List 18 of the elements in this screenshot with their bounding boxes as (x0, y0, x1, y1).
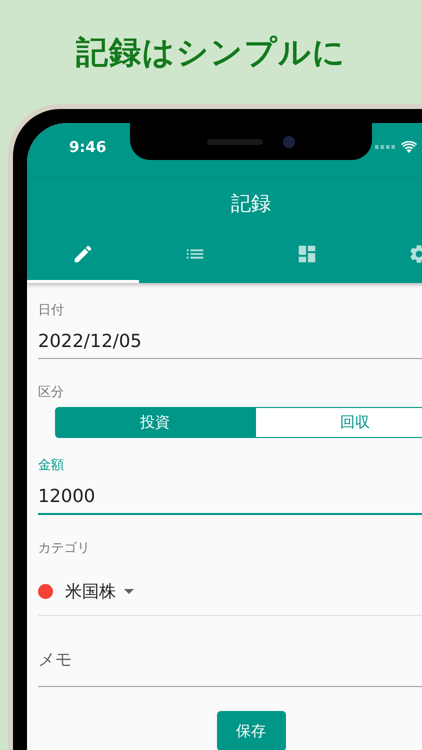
field-label: 日付 (38, 302, 65, 319)
amount-field[interactable]: 12000 (38, 474, 422, 515)
field-label: 金額 (38, 457, 65, 474)
app-bar-title: 記録 (230, 190, 272, 217)
pencil-icon (72, 242, 94, 264)
caret-icon (124, 588, 134, 594)
wifi-icon (401, 141, 417, 153)
signal-icon (375, 145, 395, 149)
category-dropdown[interactable]: 米国株 (38, 567, 422, 616)
segment-button[interactable]: 回収 (255, 407, 422, 438)
save-button[interactable]: 保存 (216, 711, 286, 750)
date-field[interactable]: 2022/12/05 (38, 319, 422, 359)
segment-button[interactable]: 投資 (55, 407, 255, 438)
memo-field[interactable]: メモ (38, 644, 422, 687)
status-time: 9:46 (69, 138, 106, 156)
field-label: 区分 (38, 384, 65, 401)
field-label: カテゴリ (38, 540, 91, 557)
headline: 記録はシンプルに (74, 32, 347, 73)
